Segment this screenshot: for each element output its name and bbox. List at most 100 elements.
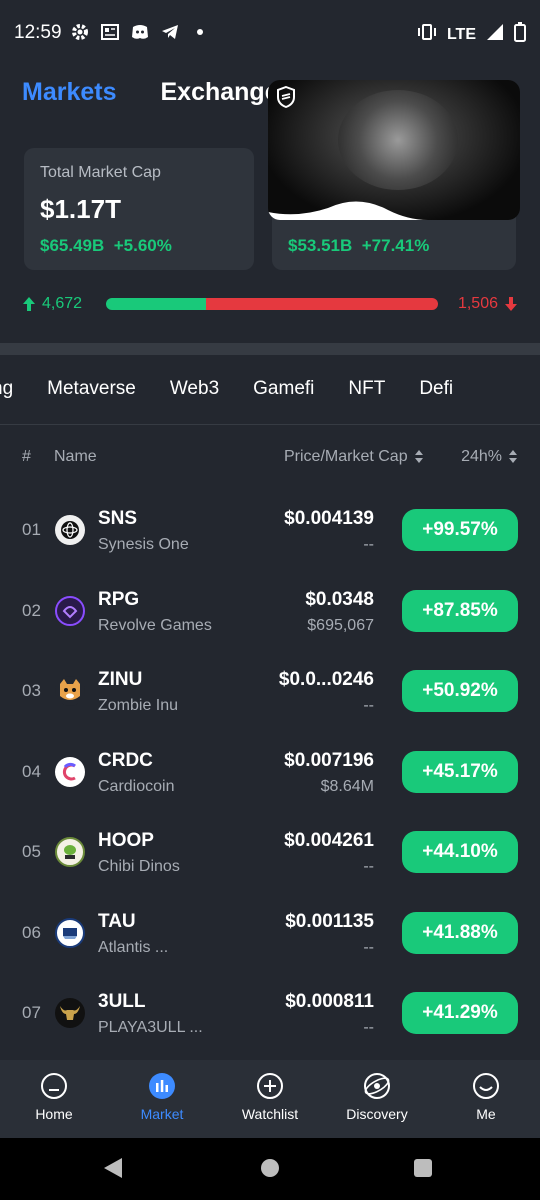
sort-icon [508, 450, 518, 464]
nav-label: Market [140, 1106, 184, 1122]
network-type: LTE [446, 25, 476, 43]
advancers-count: 4,672 [42, 295, 83, 312]
category-tab-web3[interactable]: Web3 [170, 378, 219, 400]
category-tab-metaverse[interactable]: Metaverse [47, 378, 136, 400]
section-divider [0, 343, 540, 355]
battery-icon [514, 22, 526, 47]
card-change: $53.51B +77.41% [288, 236, 429, 256]
change-badge[interactable]: +50.92% [402, 670, 518, 712]
coin-price: $0.0348 [305, 588, 374, 610]
home-icon [41, 1073, 67, 1099]
row-rank: 05 [22, 842, 41, 861]
change-badge[interactable]: +87.85% [402, 589, 518, 632]
telegram-icon [160, 22, 180, 42]
column-rank: # [22, 448, 31, 465]
me-icon [473, 1073, 499, 1099]
category-tabs: ng Metaverse Web3 Gamefi NFT Defi [0, 378, 453, 400]
coin-price: $0.004261 [284, 830, 374, 851]
nav-discovery[interactable]: Discovery [327, 1072, 427, 1122]
card-change-pct: +5.60% [113, 236, 172, 255]
table-row[interactable]: 06 TAU Atlantis ... $0.001135 -- +41.88% [0, 893, 540, 974]
category-tab-partial[interactable]: ng [0, 378, 13, 400]
coin-name: Synesis One [98, 536, 189, 553]
coin-market-cap: -- [363, 1019, 374, 1036]
coin-market-cap: $695,067 [307, 616, 374, 634]
coin-symbol: 3ULL [98, 991, 146, 1012]
back-icon[interactable] [104, 1158, 122, 1178]
table-row[interactable]: 03 ZINU Zombie Inu $0.0...0246 -- +50.92… [0, 651, 540, 732]
nav-watchlist[interactable]: Watchlist [220, 1072, 320, 1122]
table-row[interactable]: 05 HOOP Chibi Dinos $0.004261 -- +44.10% [0, 812, 540, 893]
category-tab-gamefi[interactable]: Gamefi [253, 378, 314, 400]
bottom-nav: Home Market Watchlist Discovery Me [0, 1060, 540, 1138]
column-name: Name [54, 448, 97, 465]
nav-label: Me [476, 1106, 496, 1122]
change-badge[interactable]: +44.10% [402, 831, 518, 873]
table-row[interactable]: 02 RPG Revolve Games $0.0348 $695,067 +8… [0, 571, 540, 652]
sort-price-button[interactable]: Price/Market Cap [284, 448, 424, 466]
coin-list: 01 SNS Synesis One $0.004139 -- +99.57% … [0, 490, 540, 1054]
table-row[interactable]: 01 SNS Synesis One $0.004139 -- +99.57% [0, 490, 540, 571]
status-notification-icons [70, 22, 210, 42]
news-icon [100, 22, 120, 42]
table-row[interactable]: 04 CRDC Cardiocoin $0.007196 $8.64M +45.… [0, 732, 540, 813]
nav-label: Discovery [346, 1106, 408, 1122]
coin-name: PLAYA3ULL ... [98, 1019, 203, 1036]
row-rank: 07 [22, 1003, 41, 1022]
column-price-label: Price/Market Cap [284, 448, 408, 465]
discovery-icon [364, 1073, 390, 1099]
hoop-coin-icon [55, 837, 85, 867]
rpg-coin-icon [55, 595, 85, 626]
3ull-coin-icon [55, 998, 85, 1028]
change-badge[interactable]: +41.88% [402, 911, 518, 954]
coin-market-cap: -- [363, 858, 374, 875]
card-title: Total Market Cap [40, 164, 161, 181]
coin-name: Chibi Dinos [98, 858, 180, 875]
discord-icon [130, 22, 150, 42]
coin-symbol: ZINU [98, 669, 143, 690]
coin-symbol: CRDC [98, 749, 153, 771]
gear-icon [70, 22, 90, 42]
change-badge[interactable]: +41.29% [402, 992, 518, 1034]
nav-market[interactable]: Market [112, 1072, 212, 1122]
shield-icon [277, 86, 295, 108]
tab-markets[interactable]: Markets [22, 78, 117, 107]
market-icon [149, 1073, 175, 1099]
coin-price: $0.000811 [285, 991, 374, 1012]
crdc-coin-icon [55, 756, 85, 787]
floating-video-overlay[interactable] [268, 80, 520, 220]
row-rank: 01 [22, 520, 41, 539]
card-value: $1.17T [40, 194, 121, 224]
nav-home[interactable]: Home [4, 1072, 104, 1122]
status-bar: 12:59 LTE [0, 0, 540, 64]
nav-me[interactable]: Me [436, 1072, 536, 1122]
coin-name: Atlantis ... [98, 938, 169, 956]
arrow-up-icon [23, 297, 35, 311]
recents-icon[interactable] [414, 1159, 432, 1177]
status-time: 12:59 [14, 22, 62, 43]
table-row[interactable]: 07 3ULL PLAYA3ULL ... $0.000811 -- +41.2… [0, 973, 540, 1054]
coin-market-cap: -- [363, 536, 374, 553]
vibrate-icon [417, 23, 437, 46]
category-tab-nft[interactable]: NFT [348, 378, 385, 400]
sort-change-button[interactable]: 24h% [461, 448, 518, 466]
watchlist-icon [257, 1073, 283, 1099]
total-market-cap-card[interactable]: Total Market Cap $1.17T $65.49B +5.60% [24, 148, 254, 270]
column-change-label: 24h% [461, 448, 502, 465]
coin-symbol: HOOP [98, 830, 154, 851]
coin-price: $0.004139 [284, 508, 374, 529]
card-change-amount: $65.49B [40, 236, 105, 255]
market-breadth-bar: 4,672 1,506 [22, 292, 518, 320]
card-change-pct: +77.41% [361, 236, 430, 255]
table-header: # Name Price/Market Cap 24h% [22, 446, 518, 470]
change-badge[interactable]: +99.57% [402, 509, 518, 551]
coin-price: $0.0...0246 [278, 669, 374, 690]
change-badge[interactable]: +45.17% [402, 750, 518, 793]
breadth-decliners-fill [205, 298, 438, 310]
home-circle-icon[interactable] [261, 1159, 279, 1177]
coin-symbol: TAU [98, 910, 136, 932]
system-nav-bar [0, 1138, 540, 1200]
zinu-coin-icon [55, 676, 85, 706]
category-tab-defi[interactable]: Defi [419, 378, 453, 400]
row-rank: 04 [22, 761, 41, 781]
